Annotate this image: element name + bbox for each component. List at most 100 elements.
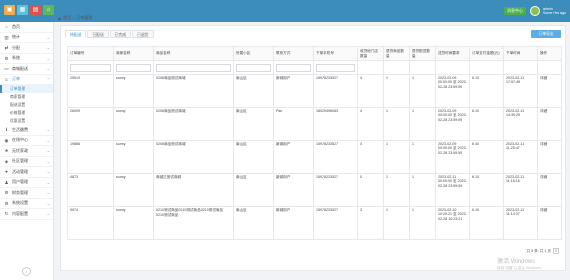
pagination-page-button[interactable]: 1: [553, 248, 559, 254]
table-cell: sunny: [113, 206, 154, 240]
sidebar-subitem-delivery-settings[interactable]: 配送设置: [0, 101, 53, 109]
sidebar-subitem-order-management[interactable]: 订单管理: [0, 85, 53, 93]
table-cell: 1: [383, 206, 410, 240]
breadcrumb: ◆ 首页 / 订单管理: [58, 14, 94, 22]
watermark-title: 激活 Windows: [497, 259, 536, 265]
sidebar-item-label: 统计: [12, 34, 20, 40]
tab-pending[interactable]: 待配送: [65, 30, 87, 38]
table-cell: 新城用户: [273, 206, 314, 240]
detail-link[interactable]: 详细: [537, 107, 562, 141]
export-orders-button[interactable]: 订单导出: [531, 30, 561, 38]
chevron-down-icon: ⌄: [46, 169, 50, 175]
sidebar-item-label: 用户管理: [12, 179, 28, 185]
column-header[interactable]: 商品名称: [153, 46, 234, 61]
sidebar-item-label: 订单: [12, 76, 20, 82]
sidebar-item-label: 财务管理: [12, 189, 28, 195]
sidebar-item-content[interactable]: ↻ 内容配置 ⌄: [0, 209, 53, 220]
person-icon: ●: [5, 169, 8, 175]
sidebar-item-settings[interactable]: ⚙ 系统设置 ⌄: [0, 199, 53, 209]
table-cell: 2023-02-09 00:00:00 至 2023-02-28 23:59:5…: [435, 140, 470, 174]
sidebar-item-users[interactable]: ♟ 用户管理 ⌄: [0, 178, 53, 188]
sidebar-item-bills[interactable]: ℹ 生活缴费 ⌄: [0, 125, 53, 136]
detail-link[interactable]: 详细: [537, 206, 562, 240]
table-row: 26009 sunny 0206商品测试商城 南山区 Pan 18029496083 4 1 1…: [67, 107, 562, 141]
user-info[interactable]: admin Some Hrs ago: [543, 7, 566, 15]
sidebar-item-stats[interactable]: ▥ 统计 ⌄: [0, 33, 53, 43]
sidebar-item-community[interactable]: ◈ 社区管理 ⌄: [0, 157, 53, 167]
sidebar-item-home[interactable]: ⌂ 首页: [0, 22, 53, 33]
grid-icon[interactable]: ▦: [17, 5, 28, 15]
sidebar-item-finance[interactable]: ⚙ 财务管理 ⌄: [0, 188, 53, 199]
table-cell: 1: [383, 74, 410, 108]
chevron-down-icon: ⌄: [46, 55, 50, 61]
info-icon: ℹ: [5, 127, 8, 133]
column-header[interactable]: 下单手机号: [313, 46, 358, 61]
gear-icon: ⚙: [4, 55, 9, 61]
pagination: 共 5 条, 共 1 页 1: [527, 248, 559, 254]
table-cell: 2023-02-10 10:20:21 至 2023-02-28 10:23:2…: [435, 206, 470, 240]
detail-link[interactable]: 详细: [537, 74, 562, 108]
column-header[interactable]: 下单时间: [503, 46, 538, 61]
tab-delivered[interactable]: 已配送: [87, 30, 109, 38]
filter-community-input[interactable]: [236, 63, 271, 72]
detail-link[interactable]: 详细: [537, 173, 562, 207]
table-cell: 26009: [67, 107, 114, 141]
filter-phone-input[interactable]: [316, 63, 355, 72]
globe-icon: ◉: [4, 137, 9, 143]
home-icon[interactable]: ⌂: [43, 5, 54, 15]
table-cell: 3: [357, 206, 384, 240]
sidebar-item-housekeeping[interactable]: ★ 无忧家政 ⌄: [0, 146, 53, 157]
sidebar-item-activities[interactable]: ● 活动管理 ⌄: [0, 167, 53, 178]
avatar[interactable]: [530, 6, 541, 16]
table-cell: 6.10: [469, 74, 504, 108]
chevron-down-icon: ⌄: [46, 45, 50, 51]
sidebar-item-label: 商城配送: [12, 65, 28, 71]
sidebar-item-assign[interactable]: ⇄ 分配 ⌄: [0, 43, 53, 54]
user-role: Some Hrs ago: [543, 11, 566, 15]
column-header: 操作: [537, 46, 562, 61]
sidebar-item-online-center[interactable]: ◉ 在线中心 ⌄: [0, 136, 53, 146]
tab-returned[interactable]: 已退货: [132, 30, 154, 38]
doc-icon[interactable]: ▤: [30, 5, 41, 15]
table-cell: 1: [409, 74, 436, 108]
sidebar-item-label: 分配: [12, 44, 20, 50]
gear-icon: ⚙: [4, 190, 9, 196]
filter-order-id-input[interactable]: [70, 63, 111, 72]
sidebar-item-label: 社区管理: [12, 158, 28, 164]
column-header[interactable]: 送货时间要求: [435, 46, 470, 61]
table-cell: sunny: [113, 140, 154, 174]
table-cell: 2023-02-11 17:57:48: [503, 74, 538, 108]
column-header[interactable]: 订单支付金额(元): [469, 46, 504, 61]
table-cell: 1: [409, 173, 436, 207]
column-header[interactable]: 联系方式: [273, 46, 314, 61]
collapse-sidebar-button[interactable]: ‹: [22, 267, 31, 276]
sidebar-item-orders[interactable]: ≡ 订单 ⌃: [0, 75, 53, 85]
filter-contact-input[interactable]: [276, 63, 311, 72]
column-header[interactable]: 订单编号: [67, 46, 114, 61]
status-tabs: 待配送 已配送 已完成 已退货: [65, 30, 155, 38]
settings-icon: ⚙: [4, 200, 9, 206]
message-center-button[interactable]: 消息中心: [504, 7, 527, 15]
sidebar-subitem-merchants[interactable]: 商家管理: [0, 93, 53, 101]
table-cell: 15978233527: [313, 140, 358, 174]
column-header[interactable]: 商家名称: [113, 46, 154, 61]
breadcrumb-home[interactable]: 首页: [63, 15, 71, 21]
truck-icon: ▭: [4, 66, 9, 72]
filter-product-input[interactable]: [156, 63, 231, 72]
table-cell: 0210测试商品0210测试商品0210测试商品0210测试商品: [153, 206, 234, 240]
sidebar-item-system[interactable]: ⚙ 系统 ⌄: [0, 54, 53, 64]
column-header[interactable]: 退货配送数量: [409, 46, 436, 61]
tab-completed[interactable]: 已完成: [109, 30, 132, 38]
sidebar-subitem-discounts[interactable]: 优惠设置: [0, 117, 53, 125]
refresh-icon: ↻: [4, 211, 9, 217]
detail-link[interactable]: 详细: [537, 140, 562, 174]
table-cell: 4873: [67, 173, 114, 207]
filter-merchant-input[interactable]: [116, 63, 151, 72]
file-icon[interactable]: ▣: [4, 5, 15, 15]
sidebar-item-delivery[interactable]: ▭ 商城配送 ⌄: [0, 64, 53, 75]
column-header[interactable]: 所属小区: [233, 46, 274, 61]
column-header[interactable]: 退货商品数量: [383, 46, 410, 61]
sidebar-subitem-pricing[interactable]: 价格管理: [0, 109, 53, 117]
column-header[interactable]: 收货地门店数量: [357, 46, 384, 61]
sidebar-item-label: 系统: [12, 55, 20, 61]
